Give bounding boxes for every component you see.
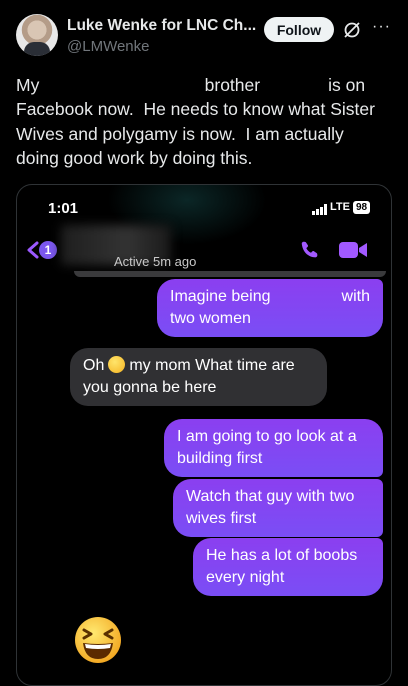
attached-screenshot[interactable]: 1:01 LTE 98 1 Active 5m ago Imagine bein…: [16, 184, 392, 686]
phone-icon: [301, 241, 318, 258]
author-handle[interactable]: @LMWenke: [67, 38, 149, 55]
tweet-line: Wives and polygamy is now. I am actually: [16, 123, 344, 144]
message-text: my mom What time are: [129, 357, 295, 374]
notifications-off-icon[interactable]: [342, 20, 362, 40]
status-time: 1:01: [48, 200, 79, 217]
video-icon: [339, 242, 367, 258]
tweet-text: My brother is on Facebook now. He needs …: [16, 73, 396, 170]
tweet-header: Luke Wenke for LNC Ch... @LMWenke Follow…: [0, 0, 408, 70]
battery-level: 98: [353, 201, 371, 214]
message-text: I am going to go look at a building firs…: [177, 428, 357, 467]
previous-message-edge: [74, 271, 386, 277]
tweet-line: My brother is on: [16, 75, 366, 95]
message-text: Watch that guy with two wives first: [186, 488, 355, 527]
message-text: Oh: [83, 357, 105, 374]
message-bubble-outgoing: I am going to go look at a building firs…: [164, 419, 383, 477]
signal-icon: [312, 204, 327, 215]
tweet-line: Facebook now. He needs to know what Sist…: [16, 99, 375, 120]
grinning-squint-emoji: [108, 356, 126, 373]
back-chevron-icon: [27, 241, 39, 259]
avatar[interactable]: [16, 14, 58, 56]
grinning-squint-emoji: [75, 617, 121, 663]
message-bubble-outgoing: Imagine being with two women: [157, 279, 383, 337]
message-bubble-outgoing: Watch that guy with two wives first: [173, 479, 383, 537]
tweet-line: doing good work by doing this.: [16, 147, 253, 168]
message-text: you gonna be here: [83, 379, 217, 396]
network-label: LTE: [330, 201, 350, 213]
message-text: with: [341, 288, 370, 305]
message-text: two women: [170, 310, 251, 327]
active-status: Active 5m ago: [114, 254, 197, 269]
message-text: He has a lot of boobs every night: [206, 547, 358, 586]
more-icon[interactable]: ···: [372, 18, 391, 36]
unread-badge: 1: [39, 241, 57, 259]
author-name[interactable]: Luke Wenke for LNC Ch...: [67, 17, 256, 35]
follow-button[interactable]: Follow: [264, 17, 334, 42]
message-bubble-outgoing: He has a lot of boobs every night: [193, 538, 383, 596]
message-bubble-incoming: Oh my mom What time are you gonna be here: [70, 348, 327, 406]
message-text: Imagine being: [170, 288, 271, 305]
